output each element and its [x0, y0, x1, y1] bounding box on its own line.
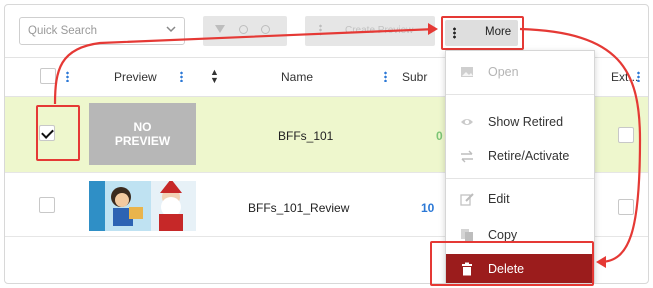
row-checkbox[interactable] [39, 197, 55, 213]
refresh-icon[interactable] [239, 25, 248, 34]
sort-icon[interactable]: ▲ ▼ [210, 68, 219, 85]
eye-icon [461, 119, 473, 125]
column-header-preview[interactable]: Preview [114, 70, 157, 84]
image-icon [461, 67, 473, 77]
preview-thumbnail [89, 181, 196, 231]
edit-icon [460, 193, 474, 206]
menu-item-retire-activate[interactable]: Retire/Activate [446, 141, 594, 171]
swap-arrows-icon [461, 150, 473, 163]
menu-item-label: Open [488, 65, 519, 79]
column-menu-icon[interactable] [66, 71, 69, 82]
row-ext-checkbox[interactable] [618, 127, 634, 143]
menu-item-label: Edit [488, 192, 510, 206]
row-name: BFFs_101 [278, 129, 334, 143]
menu-divider [446, 94, 594, 95]
row-subr: 0 [436, 129, 443, 143]
row-ext-checkbox[interactable] [618, 199, 634, 215]
column-header-name[interactable]: Name [281, 70, 313, 84]
copy-icon [461, 229, 473, 242]
column-menu-icon[interactable] [384, 71, 387, 82]
menu-item-label: Retire/Activate [488, 149, 570, 163]
no-preview-placeholder: NO PREVIEW [89, 103, 196, 165]
select-all-checkbox[interactable] [40, 68, 56, 84]
more-button-highlight [441, 16, 524, 50]
kebab-icon [319, 24, 322, 36]
menu-item-edit[interactable]: Edit [446, 184, 594, 214]
menu-item-label: Copy [488, 228, 518, 242]
menu-divider [446, 178, 594, 179]
delete-item-highlight [430, 241, 594, 286]
menu-item-label: Show Retired [488, 115, 564, 129]
settings-icon[interactable] [261, 25, 270, 34]
row-name: BFFs_101_Review [248, 201, 350, 215]
menu-item-open[interactable]: Open [446, 57, 594, 87]
filter-icon[interactable] [215, 25, 225, 33]
column-header-ext[interactable]: Ext... [611, 70, 638, 84]
toolbar: Quick Search Create Preview More [5, 5, 648, 51]
no-preview-text: NO PREVIEW [114, 120, 171, 148]
menu-item-show-retired[interactable]: Show Retired [446, 107, 594, 137]
create-preview-button[interactable]: Create Preview [305, 16, 435, 46]
create-preview-label: Create Preview [345, 25, 414, 36]
quick-search-placeholder: Quick Search [28, 25, 98, 37]
column-header-subr[interactable]: Subr [402, 70, 427, 84]
column-menu-icon[interactable] [637, 71, 640, 82]
chevron-down-icon[interactable] [166, 24, 176, 36]
column-menu-icon[interactable] [180, 71, 183, 82]
row-subr: 10 [421, 201, 435, 215]
quick-search-input[interactable]: Quick Search [19, 17, 185, 45]
row-checkbox-highlight [36, 105, 80, 161]
filter-tools-group[interactable] [203, 16, 287, 46]
